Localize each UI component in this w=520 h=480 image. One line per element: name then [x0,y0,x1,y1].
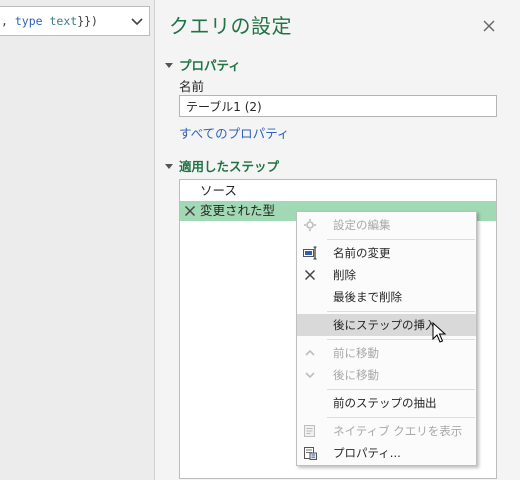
applied-steps-section-header[interactable]: 適用したステップ [165,156,279,175]
collapse-triangle-icon [165,164,173,169]
step-context-menu: 設定の編集 名前の変更 削除 最後まで削除 後にステップの挿入 前に移動 後に移… [296,211,477,466]
rename-icon [303,246,317,260]
step-item[interactable]: ソース [180,181,496,201]
properties-icon [304,447,317,460]
menu-item-label: 後に移動 [333,368,379,382]
delete-x-icon[interactable] [184,205,196,217]
gear-icon [304,219,316,231]
formula-type: text [49,14,78,28]
all-properties-link[interactable]: すべてのプロパティ [179,123,289,142]
menu-separator [327,389,475,390]
menu-item-delete[interactable]: 削除 [297,264,476,286]
name-label: 名前 [179,79,205,94]
menu-item-label: 後にステップの挿入 [333,318,437,332]
native-query-icon [304,425,315,437]
formula-text: , type text}}) [1,14,98,28]
mouse-cursor-icon [432,322,446,343]
menu-item-label: ネイティブ クエリを表示 [333,424,463,438]
collapse-triangle-icon [165,63,173,68]
menu-item-move-before[interactable]: 前に移動 [297,342,476,364]
menu-item-label: 最後まで削除 [333,290,402,304]
query-name-input[interactable] [179,95,497,117]
pane-title: クエリの設定 [169,14,292,38]
menu-item-label: 前に移動 [333,346,379,360]
formula-space [43,14,50,28]
properties-section-header[interactable]: プロパティ [165,55,241,74]
menu-item-extract-previous[interactable]: 前のステップの抽出 [297,392,476,414]
menu-item-insert-step-after[interactable]: 後にステップの挿入 [297,314,476,336]
menu-item-move-after[interactable]: 後に移動 [297,364,476,386]
menu-separator [327,417,475,418]
menu-separator [327,339,475,340]
menu-item-rename[interactable]: 名前の変更 [297,242,476,264]
menu-item-label: プロパティ... [333,446,401,460]
formula-bar[interactable]: , type text}}) [0,6,150,36]
menu-item-edit-settings[interactable]: 設定の編集 [297,214,476,236]
menu-separator [327,239,475,240]
menu-item-delete-until-end[interactable]: 最後まで削除 [297,286,476,308]
formula-text-suffix: }}) [77,14,98,28]
properties-header-label: プロパティ [179,58,241,73]
applied-steps-header-label: 適用したステップ [179,159,280,174]
move-up-icon [305,349,315,356]
left-pane: , type text}}) [0,0,154,480]
delete-x-icon [304,269,316,281]
menu-separator [327,311,475,312]
menu-item-label: 削除 [333,268,356,282]
menu-item-view-native-query[interactable]: ネイティブ クエリを表示 [297,420,476,442]
move-down-icon [305,372,315,379]
step-label: ソース [200,183,237,198]
formula-text-prefix: , [1,14,15,28]
close-icon[interactable] [481,18,497,34]
step-label: 変更された型 [200,203,276,218]
menu-item-label: 設定の編集 [333,218,391,232]
formula-keyword: type [14,14,43,28]
menu-item-label: 名前の変更 [333,246,391,260]
chevron-down-icon[interactable] [129,13,145,29]
menu-item-properties[interactable]: プロパティ... [297,442,476,464]
menu-item-label: 前のステップの抽出 [333,396,437,410]
